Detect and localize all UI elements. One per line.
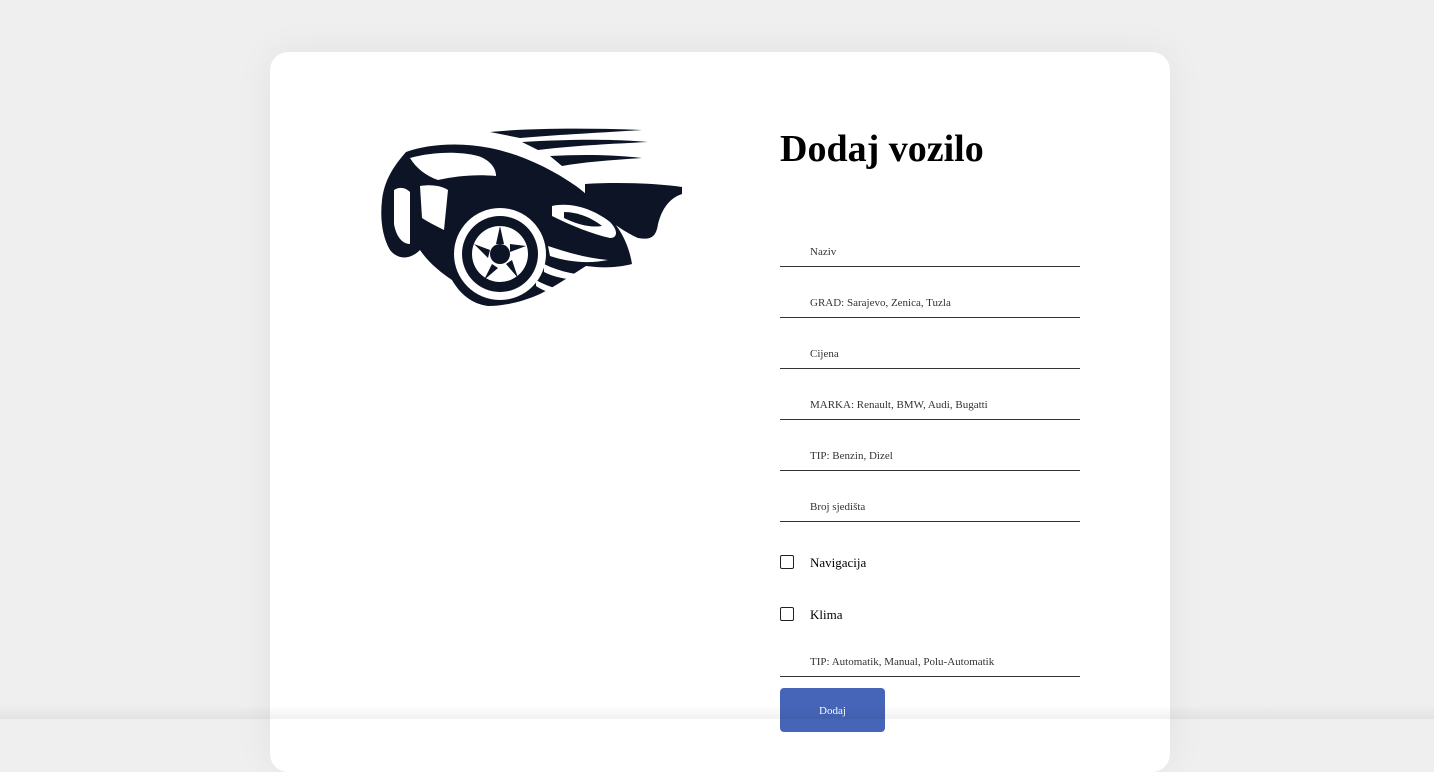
fuel-type-input[interactable] [780, 441, 1080, 471]
navigacija-checkbox[interactable] [780, 555, 794, 569]
marka-input[interactable] [780, 390, 1080, 420]
tip-mjenjaca-field-row [780, 626, 1080, 677]
page-title: Dodaj vozilo [780, 128, 984, 170]
sports-car-logo-icon [381, 128, 682, 306]
naziv-field-row [780, 216, 1080, 267]
klima-checkbox-row[interactable]: Klima [780, 574, 1080, 626]
grad-field-row [780, 267, 1080, 318]
cijena-input[interactable] [780, 339, 1080, 369]
cijena-field-row [780, 318, 1080, 369]
naziv-input[interactable] [780, 237, 1080, 267]
broj-sjedista-field-row [780, 471, 1080, 522]
klima-label: Klima [810, 607, 843, 622]
transmission-type-input[interactable] [780, 647, 1080, 677]
klima-checkbox[interactable] [780, 607, 794, 621]
navigacija-label: Navigacija [810, 555, 867, 570]
grad-input[interactable] [780, 288, 1080, 318]
form-card: Dodaj vozilo Navigacija Klima [270, 52, 1170, 772]
seats-input[interactable] [780, 492, 1080, 522]
dodaj-button[interactable]: Dodaj [780, 688, 885, 732]
tip-goriva-field-row [780, 420, 1080, 471]
add-vehicle-form: Dodaj vozilo Navigacija Klima [780, 128, 1080, 677]
marka-field-row [780, 369, 1080, 420]
navigacija-checkbox-row[interactable]: Navigacija [780, 522, 1080, 574]
